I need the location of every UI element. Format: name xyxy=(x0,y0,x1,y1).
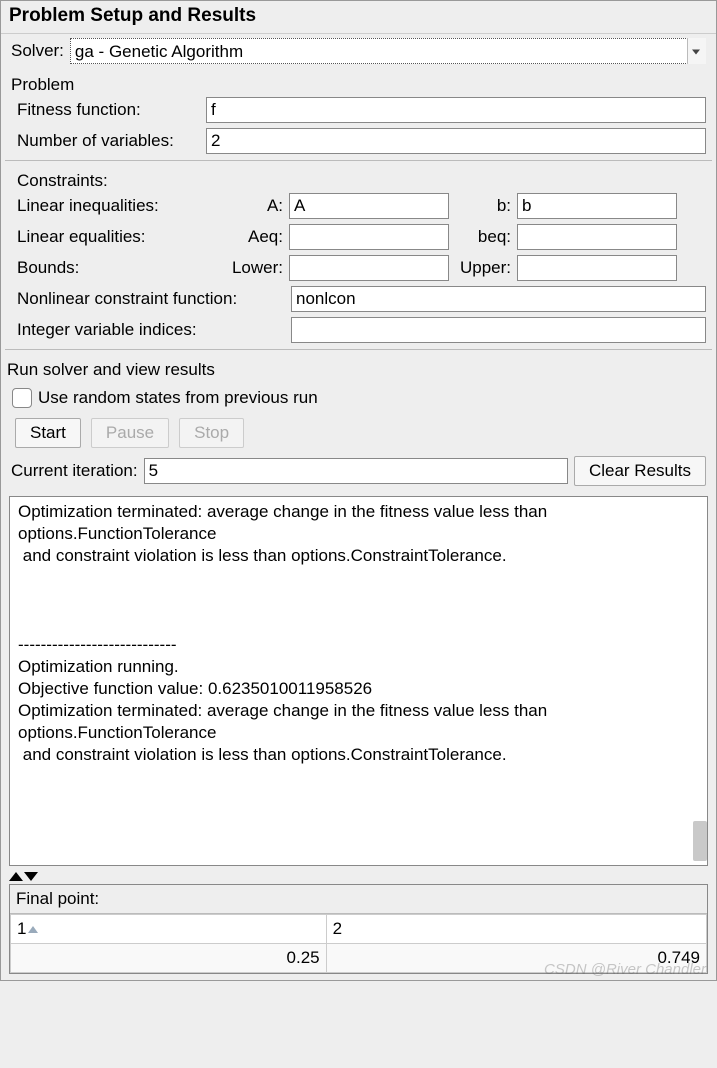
cell-1: 0.25 xyxy=(11,944,327,973)
intvar-label: Integer variable indices: xyxy=(17,320,285,340)
constraints-group-label: Constraints: xyxy=(11,169,706,193)
nonlcon-input[interactable] xyxy=(291,286,706,312)
random-states-row[interactable]: Use random states from previous run xyxy=(12,388,706,408)
numvars-input[interactable] xyxy=(206,128,706,154)
random-states-label: Use random states from previous run xyxy=(38,388,318,408)
run-group-label: Run solver and view results xyxy=(7,358,706,382)
start-button[interactable]: Start xyxy=(15,418,81,448)
intvar-input[interactable] xyxy=(291,317,706,343)
divider xyxy=(5,160,712,161)
problem-group-label: Problem xyxy=(11,73,706,97)
col-header-1[interactable]: 1 xyxy=(11,915,327,944)
final-point-label: Final point: xyxy=(10,885,707,914)
b-prefix: b: xyxy=(455,196,511,216)
linear-eq-label: Linear equalities: xyxy=(17,227,177,247)
nonlcon-label: Nonlinear constraint function: xyxy=(17,289,285,309)
Aeq-input[interactable] xyxy=(289,224,449,250)
cell-2: 0.749 xyxy=(326,944,706,973)
fitness-function-label: Fitness function: xyxy=(17,100,200,120)
current-iteration-field xyxy=(144,458,568,484)
table-header-row: 1 2 xyxy=(11,915,707,944)
A-input[interactable] xyxy=(289,193,449,219)
stop-button: Stop xyxy=(179,418,244,448)
final-point-table: 1 2 0.25 0.749 xyxy=(10,914,707,973)
scrollbar-thumb[interactable] xyxy=(693,821,707,861)
lower-input[interactable] xyxy=(289,255,449,281)
solver-label: Solver: xyxy=(11,41,64,61)
A-prefix: A: xyxy=(183,196,283,216)
b-input[interactable] xyxy=(517,193,677,219)
results-text: Optimization terminated: average change … xyxy=(10,497,707,865)
panel-title: Problem Setup and Results xyxy=(1,1,716,34)
current-iteration-label: Current iteration: xyxy=(11,461,138,481)
divider-2 xyxy=(5,349,712,350)
linear-ineq-label: Linear inequalities: xyxy=(17,196,177,216)
results-textarea[interactable]: Optimization terminated: average change … xyxy=(9,496,708,866)
solver-select-wrap: ga - Genetic Algorithm xyxy=(70,38,706,64)
triangle-up-icon xyxy=(9,872,23,881)
sort-asc-icon xyxy=(28,926,38,933)
clear-results-button[interactable]: Clear Results xyxy=(574,456,706,486)
beq-input[interactable] xyxy=(517,224,677,250)
beq-prefix: beq: xyxy=(455,227,511,247)
splitter-handle[interactable] xyxy=(9,870,708,882)
pause-button: Pause xyxy=(91,418,169,448)
problem-setup-panel: Problem Setup and Results Solver: ga - G… xyxy=(0,0,717,981)
final-point-panel: Final point: 1 2 0.25 0.749 xyxy=(9,884,708,974)
random-states-checkbox[interactable] xyxy=(12,388,32,408)
Aeq-prefix: Aeq: xyxy=(183,227,283,247)
col-header-2[interactable]: 2 xyxy=(326,915,706,944)
fitness-function-input[interactable] xyxy=(206,97,706,123)
table-row: 0.25 0.749 xyxy=(11,944,707,973)
bounds-label: Bounds: xyxy=(17,258,177,278)
numvars-label: Number of variables: xyxy=(17,131,200,151)
triangle-down-icon xyxy=(24,872,38,881)
upper-input[interactable] xyxy=(517,255,677,281)
lower-prefix: Lower: xyxy=(183,258,283,278)
solver-select[interactable]: ga - Genetic Algorithm xyxy=(70,38,706,64)
upper-prefix: Upper: xyxy=(455,258,511,278)
